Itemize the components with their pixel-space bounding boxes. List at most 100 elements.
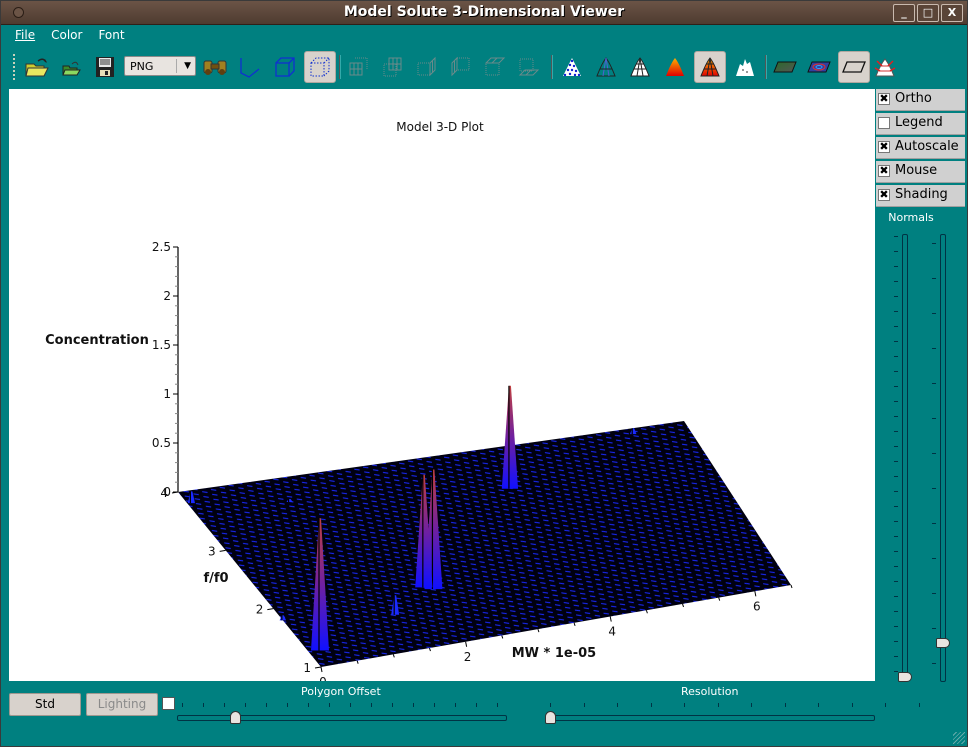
normals-quality-thumb[interactable]: [936, 638, 950, 648]
polygon-offset-track[interactable]: [177, 715, 507, 721]
axes-button[interactable]: [233, 51, 265, 83]
normals-button[interactable]: [872, 51, 898, 83]
points-button[interactable]: [556, 51, 588, 83]
menu-file-label: File: [15, 28, 36, 42]
resolution-tick: [851, 703, 853, 707]
normals-length-tick: [894, 461, 898, 462]
plot-area[interactable]: Model 3-D Plot Concentration f/f0 MW * 1…: [9, 89, 875, 689]
menu-font-label: Font: [98, 28, 125, 42]
normals-quality-tick: [932, 243, 936, 244]
lighting-button[interactable]: Lighting: [86, 693, 158, 716]
filled-polygons-icon: [666, 58, 684, 76]
y-tick: [171, 491, 179, 494]
binoculars-button[interactable]: [199, 51, 231, 83]
normals-quality-tick: [932, 383, 936, 384]
ortho-checkbox[interactable]: ✖ Ortho: [876, 89, 965, 111]
menu-file[interactable]: File: [7, 25, 43, 47]
mouse-check-box[interactable]: ✖: [878, 165, 890, 177]
toolbar-grip[interactable]: [12, 53, 16, 81]
polygon-offset-tick: [371, 703, 372, 707]
grid-floor-button[interactable]: [513, 51, 545, 83]
z-tick-label: 1.5: [152, 338, 171, 352]
resolution-tick: [550, 703, 551, 707]
chevron-down-icon: ▼: [184, 61, 191, 71]
grid-ceil-button[interactable]: [479, 51, 511, 83]
maximize-button[interactable]: □: [917, 4, 939, 22]
normals-quality-track[interactable]: [940, 234, 946, 682]
frame-button[interactable]: [304, 51, 336, 83]
legend-check-box[interactable]: [878, 117, 890, 129]
normals-quality-tick: [932, 593, 936, 594]
normals-length-tick: [894, 536, 898, 537]
normals-quality-tick: [932, 418, 936, 419]
hidden-line-button[interactable]: [624, 51, 656, 83]
window-title: Model Solute 3-Dimensional Viewer: [343, 4, 625, 20]
options-panel: ✖ Ortho Legend ✖ Autoscale ✖ Mouse ✖ Shading…: [876, 89, 966, 682]
x-tick-label: 2: [464, 650, 472, 664]
normals-length-tick: [894, 611, 898, 612]
open-button[interactable]: [21, 51, 53, 83]
polygon-offset-tick: [476, 703, 477, 707]
filled-polygons-button[interactable]: [659, 51, 691, 83]
normals-length-track[interactable]: [902, 234, 908, 682]
normals-length-tick: [894, 281, 898, 282]
y-tick-label: 4: [160, 486, 168, 500]
normals-icon: [874, 58, 896, 77]
legend-checkbox[interactable]: Legend: [876, 113, 965, 135]
x-tick: [754, 591, 757, 597]
x-tick: [645, 610, 648, 614]
autoscale-check-box[interactable]: ✖: [878, 141, 890, 153]
grid-left-button[interactable]: [445, 51, 477, 83]
floor-empty-button[interactable]: [838, 51, 870, 83]
std-button[interactable]: Std: [9, 693, 81, 716]
grid-right-icon: [417, 56, 436, 77]
surface-plot[interactable]: Model 3-D Plot Concentration f/f0 MW * 1…: [9, 89, 875, 689]
polygon-offset-label: Polygon Offset: [301, 685, 381, 698]
grid-right-button[interactable]: [411, 51, 443, 83]
resize-grip[interactable]: [953, 732, 965, 744]
z-tick-label: 0.5: [152, 436, 171, 450]
normals-length-tick: [894, 581, 898, 582]
polygon-offset-thumb[interactable]: [230, 711, 241, 724]
filled-mesh-button[interactable]: [694, 51, 726, 83]
frame-icon: [310, 57, 330, 77]
normals-length-tick: [894, 356, 898, 357]
shading-checkbox[interactable]: ✖ Shading: [876, 185, 965, 207]
peak: [501, 385, 519, 489]
polygon-offset-tick: [413, 703, 414, 707]
menu-color[interactable]: Color: [43, 25, 90, 47]
grid-front-button[interactable]: [377, 51, 409, 83]
minimize-button[interactable]: _: [893, 4, 915, 22]
ortho-label: Ortho: [895, 91, 932, 106]
normals-length-tick: [894, 671, 898, 672]
bottom-controls: Std Lighting Polygon Offset Resolution: [1, 683, 967, 746]
floor-data-button[interactable]: [769, 51, 801, 83]
format-select[interactable]: PNG ▼: [124, 56, 196, 76]
x-tick: [573, 622, 576, 627]
ortho-check-box[interactable]: ✖: [878, 93, 890, 105]
polygon-offset-checkbox[interactable]: [162, 697, 175, 710]
wireframe-button[interactable]: [590, 51, 622, 83]
floor-isolines-button[interactable]: [803, 51, 835, 83]
resolution-thumb[interactable]: [545, 711, 556, 724]
y-tick: [267, 608, 274, 611]
menu-font[interactable]: Font: [90, 25, 132, 47]
save-button[interactable]: [89, 51, 121, 83]
close-button[interactable]: X: [941, 4, 963, 22]
normals-length-tick: [894, 251, 898, 252]
box-button[interactable]: [269, 51, 301, 83]
normals-quality-tick: [932, 348, 936, 349]
polygon-offset-tick: [266, 703, 267, 707]
grid-back-button[interactable]: [343, 51, 375, 83]
no-mesh-button[interactable]: [729, 51, 761, 83]
title-bar[interactable]: Model Solute 3-Dimensional Viewer _ □ X: [1, 1, 967, 25]
x-tick: [392, 654, 395, 658]
shading-check-box[interactable]: ✖: [878, 189, 890, 201]
mouse-checkbox[interactable]: ✖ Mouse: [876, 161, 965, 183]
open-small-button[interactable]: [55, 51, 87, 83]
normals-length-thumb[interactable]: [898, 672, 912, 682]
resolution-tick: [751, 703, 752, 707]
normals-length-tick: [894, 431, 898, 432]
autoscale-checkbox[interactable]: ✖ Autoscale: [876, 137, 965, 159]
resolution-track[interactable]: [549, 715, 875, 721]
